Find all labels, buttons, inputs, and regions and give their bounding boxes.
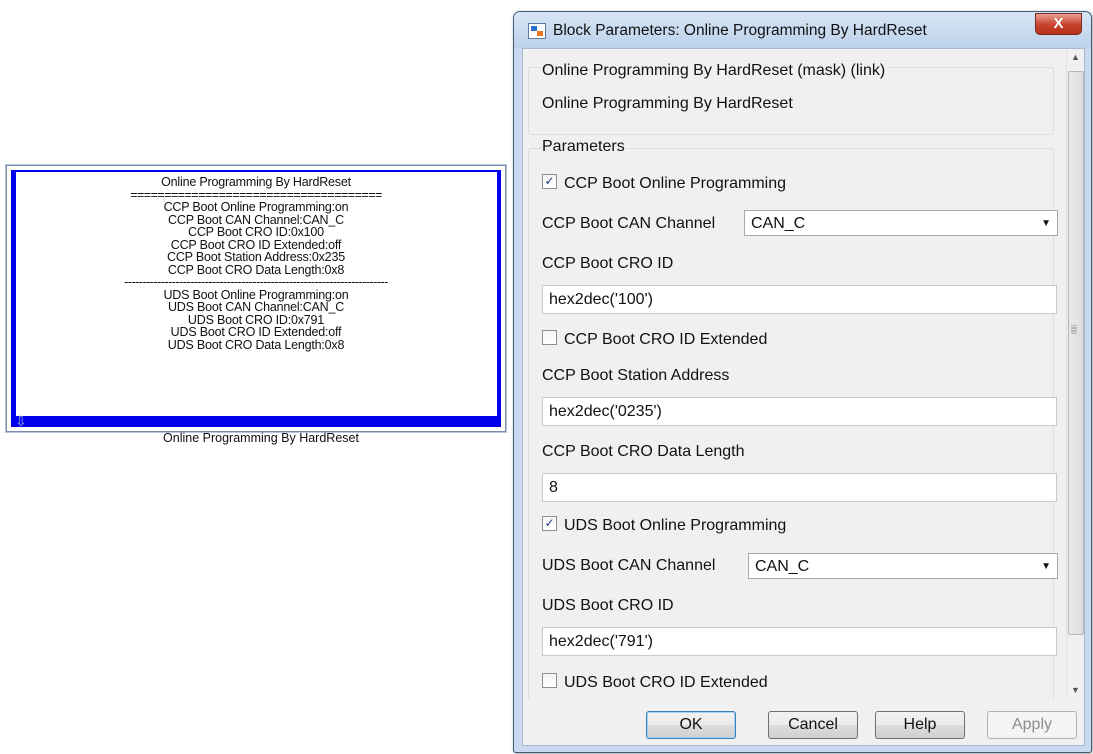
simulink-block[interactable]: Online Programming By HardReset ========… [6,165,506,432]
block-bottom-bar [11,416,501,427]
ccp-cro-ext-label: CCP Boot CRO ID Extended [564,331,768,348]
uds-cro-id-label: UDS Boot CRO ID [542,597,674,614]
uds-online-checkbox-row[interactable]: ✓ UDS Boot Online Programming [542,516,787,535]
chevron-down-icon: ▼ [1041,218,1051,229]
block-line: UDS Boot CRO ID Extended:off [170,325,342,339]
ccp-data-length-field[interactable]: 8 [542,473,1057,502]
scrollbar-thumb[interactable] [1068,71,1084,635]
parameters-scroll-area: Online Programming By HardReset (mask) (… [523,49,1066,699]
block-line: CCP Boot Online Programming:on [163,200,349,214]
uds-cro-id-field[interactable]: hex2dec('791') [542,627,1057,656]
ccp-cro-ext-checkbox-row[interactable]: CCP Boot CRO ID Extended [542,330,768,349]
block-line: UDS Boot CAN Channel:CAN_C [167,300,345,314]
simulink-app-icon [528,23,546,39]
block-text: Online Programming By HardReset ========… [7,176,505,351]
block-caption: Online Programming By HardReset [163,431,359,445]
mask-description: Online Programming By HardReset [542,95,793,112]
ccp-online-checkbox-row[interactable]: ✓ CCP Boot Online Programming [542,174,787,193]
apply-button[interactable]: Apply [987,711,1077,739]
ccp-station-field[interactable]: hex2dec('0235') [542,397,1057,426]
block-line: ----------------------------------------… [124,275,388,289]
ccp-cro-id-label: CCP Boot CRO ID [542,255,674,272]
ccp-station-label: CCP Boot Station Address [542,367,730,384]
ccp-online-checkbox[interactable]: ✓ [542,174,557,190]
cancel-button[interactable]: Cancel [768,711,858,739]
uds-cro-ext-checkbox[interactable] [542,673,557,689]
scroll-up-icon[interactable]: ▲ [1067,49,1084,66]
down-arrow-icon[interactable]: ⇩ [15,413,29,429]
close-button[interactable]: X [1035,13,1082,35]
dialog-body: Online Programming By HardReset (mask) (… [522,48,1085,746]
block-line: CCP Boot CRO ID:0x100 [188,225,324,239]
grip-icon: ═ ═ ═ [1071,322,1077,337]
ccp-cro-ext-checkbox[interactable] [542,330,557,346]
uds-can-channel-select[interactable]: CAN_C ▼ [748,553,1058,579]
ccp-data-length-label: CCP Boot CRO Data Length [542,443,745,460]
parameters-title: Parameters [542,138,628,156]
chevron-down-icon: ▼ [1041,561,1051,572]
dialog-button-row: OK Cancel Help Apply [523,705,1084,745]
ccp-can-channel-select[interactable]: CAN_C ▼ [744,210,1058,236]
block-line: CCP Boot Station Address:0x235 [167,250,345,264]
ccp-online-label: CCP Boot Online Programming [564,175,787,192]
ok-button[interactable]: OK [646,711,736,739]
title-bar[interactable]: Block Parameters: Online Programming By … [514,12,1091,48]
ccp-can-channel-label: CCP Boot CAN Channel [542,215,716,232]
mask-title: Online Programming By HardReset (mask) (… [540,62,889,80]
dialog-title: Block Parameters: Online Programming By … [553,22,927,39]
uds-online-label: UDS Boot Online Programming [564,517,787,534]
block-parameters-dialog: Block Parameters: Online Programming By … [513,11,1092,753]
ccp-can-channel-value: CAN_C [751,215,806,232]
uds-cro-ext-label: UDS Boot CRO ID Extended [564,674,768,691]
vertical-scrollbar[interactable]: ▲ ═ ═ ═ ▼ [1066,49,1084,699]
uds-can-channel-value: CAN_C [755,558,810,575]
help-button[interactable]: Help [875,711,965,739]
uds-online-checkbox[interactable]: ✓ [542,516,557,532]
ccp-cro-id-field[interactable]: hex2dec('100') [542,285,1057,314]
block-line: Online Programming By HardReset [161,175,351,189]
uds-can-channel-label: UDS Boot CAN Channel [542,557,716,574]
uds-cro-ext-checkbox-row[interactable]: UDS Boot CRO ID Extended [542,673,768,692]
block-line: UDS Boot CRO Data Length:0x8 [167,337,345,352]
scroll-down-icon[interactable]: ▼ [1067,682,1084,699]
